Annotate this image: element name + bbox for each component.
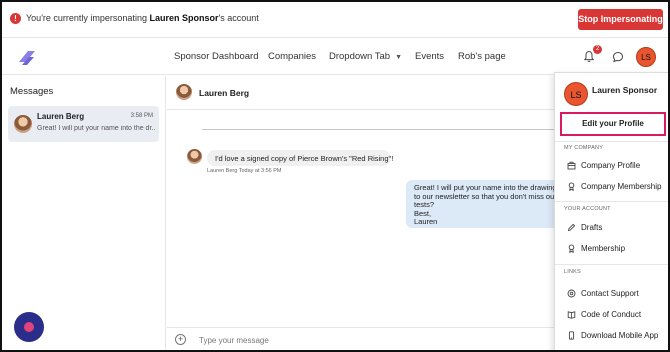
message-input[interactable]	[191, 332, 551, 349]
outgoing-line: to our newsletter so that you don't miss…	[414, 191, 557, 201]
messages-title: Messages	[10, 86, 54, 97]
alert-icon: !	[10, 13, 21, 24]
menu-item-label: Download Mobile App	[581, 331, 659, 340]
conversation-header-name: Lauren Berg	[199, 88, 250, 98]
menu-company-membership[interactable]: Company Membership	[563, 180, 665, 194]
menu-item-label: Drafts	[581, 223, 603, 232]
nav-sponsor-dashboard[interactable]: Sponsor Dashboard	[174, 51, 259, 62]
conversation-name: Lauren Berg	[37, 112, 85, 121]
badge-icon	[568, 182, 575, 191]
outgoing-line: tests?	[414, 200, 435, 209]
date-divider	[202, 129, 562, 130]
message-meta: Lauren Berg Today at 3:56 PM	[207, 168, 282, 174]
menu-item-label: Contact Support	[581, 289, 639, 298]
menu-avatar: LS	[564, 82, 588, 106]
outgoing-message: Great! I will put your name into the dra…	[406, 180, 566, 228]
add-attachment-icon[interactable]: +	[175, 334, 186, 345]
building-icon	[567, 161, 576, 170]
impersonation-prefix: You're currently impersonating	[26, 13, 147, 23]
logo-icon[interactable]	[16, 48, 38, 66]
incoming-message: I'd love a signed copy of Pierce Brown's…	[207, 150, 393, 166]
user-avatar[interactable]: LS	[636, 47, 656, 67]
conversation-item[interactable]: Lauren Berg 3:58 PM Great! I will put yo…	[8, 106, 159, 142]
edit-profile-button[interactable]: Edit your Profile	[560, 112, 666, 136]
stop-impersonating-button[interactable]: Stop Impersonating	[578, 9, 663, 30]
notification-badge: 2	[593, 45, 602, 54]
chat-icon[interactable]	[612, 51, 624, 63]
section-links: LINKS	[564, 269, 581, 275]
menu-item-label: Company Profile	[581, 161, 641, 170]
nav-dropdown-tab-label: Dropdown Tab	[329, 51, 391, 62]
help-launcher-button[interactable]	[14, 312, 44, 342]
impersonated-user-name: Lauren Sponsor	[149, 13, 219, 23]
menu-drafts[interactable]: Drafts	[563, 221, 665, 235]
nav-events[interactable]: Events	[415, 51, 444, 62]
contact-avatar	[14, 115, 32, 133]
menu-membership[interactable]: Membership	[563, 242, 665, 256]
impersonation-text: You're currently impersonating Lauren Sp…	[26, 13, 259, 23]
launcher-dot-icon	[24, 322, 34, 332]
app-window: ! You're currently impersonating Lauren …	[0, 0, 670, 352]
menu-user-name: Lauren Sponsor	[592, 85, 658, 95]
help-circle-icon	[567, 289, 576, 298]
menu-item-label: Membership	[581, 244, 626, 253]
menu-contact-support[interactable]: Contact Support	[563, 287, 665, 301]
sender-avatar	[187, 149, 202, 164]
menu-code-of-conduct[interactable]: Code of Conduct	[563, 308, 665, 322]
conversation-preview: Great! I will put your name into the dr.…	[37, 125, 155, 132]
pencil-icon	[567, 223, 576, 232]
menu-company-profile[interactable]: Company Profile	[563, 159, 665, 173]
conversation-time: 3:58 PM	[130, 113, 153, 119]
outgoing-line: Lauren	[414, 217, 438, 226]
section-your-account: YOUR ACCOUNT	[564, 206, 611, 212]
menu-item-label: Company Membership	[581, 182, 662, 191]
menu-divider	[555, 264, 668, 265]
chevron-down-icon: ▼	[395, 54, 403, 61]
menu-download-mobile-app[interactable]: Download Mobile App	[563, 329, 665, 343]
profile-menu: LS Lauren Sponsor Edit your Profile MY C…	[554, 72, 668, 350]
badge-icon	[568, 244, 575, 253]
menu-divider	[555, 141, 668, 142]
impersonation-bar: ! You're currently impersonating Lauren …	[2, 2, 668, 38]
messages-sidebar: Messages Lauren Berg 3:58 PM Great! I wi…	[2, 76, 166, 350]
phone-icon	[568, 331, 575, 340]
nav-robs-page[interactable]: Rob's page	[458, 51, 506, 62]
menu-item-label: Code of Conduct	[581, 310, 642, 319]
impersonation-suffix: 's account	[218, 13, 259, 23]
section-my-company: MY COMPANY	[564, 145, 604, 151]
book-icon	[567, 311, 576, 319]
conversation-header: Lauren Berg	[167, 76, 557, 110]
top-nav: Sponsor Dashboard Companies Dropdown Tab…	[2, 39, 668, 75]
message-composer: +	[167, 327, 557, 350]
menu-divider	[555, 201, 668, 202]
nav-dropdown-tab[interactable]: Dropdown Tab ▼	[329, 51, 402, 62]
contact-avatar	[176, 84, 192, 100]
nav-companies[interactable]: Companies	[268, 51, 316, 62]
